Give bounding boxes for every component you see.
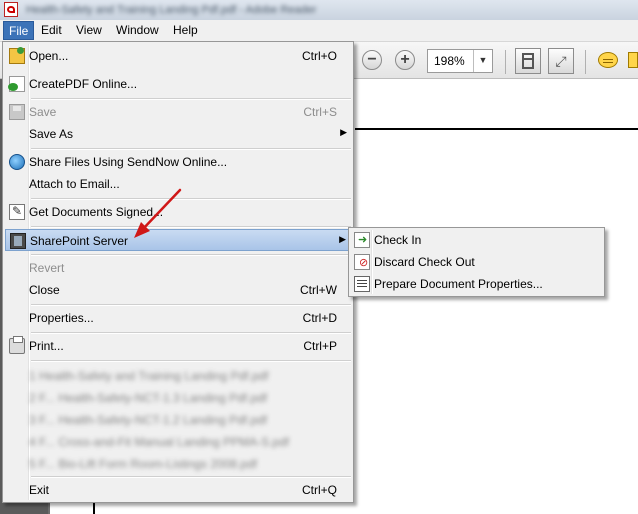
menu-item-sharepoint-server[interactable]: SharePoint Server ▶ (5, 229, 351, 251)
recent-file-label: 1 Health-Safety and Training Landing Pdf… (29, 369, 269, 383)
menu-item-close[interactable]: Close Ctrl+W (5, 279, 351, 301)
fit-width-button[interactable] (548, 48, 574, 74)
document-rule-line (355, 128, 638, 130)
share-icon (9, 154, 25, 170)
menu-separator (31, 98, 351, 100)
menu-item-properties[interactable]: Properties... Ctrl+D (5, 307, 351, 329)
menu-item-shortcut: Ctrl+W (300, 283, 337, 297)
menu-file[interactable]: File (3, 21, 35, 40)
menu-item-label: Print... (29, 339, 64, 353)
menu-separator (31, 226, 351, 228)
menu-separator (31, 148, 351, 150)
submenu-item-label: Discard Check Out (374, 255, 475, 269)
menu-window[interactable]: Window (111, 21, 164, 40)
recent-file-item[interactable]: 2 F... Health-Safety-NCT-1.3 Landing Pdf… (5, 387, 351, 409)
recent-file-label: 3 F... Health-Safety-NCT-1.2 Landing Pdf… (29, 413, 268, 427)
zoom-in-button[interactable]: + (395, 50, 415, 70)
submenu-item-prepare-document-properties[interactable]: Prepare Document Properties... (351, 273, 602, 295)
menu-separator (31, 332, 351, 334)
menu-item-exit[interactable]: Exit Ctrl+Q (5, 479, 351, 501)
check-in-icon (354, 232, 370, 248)
print-icon (9, 336, 25, 354)
menu-item-label: Attach to Email... (29, 177, 120, 191)
recent-file-item[interactable]: 5 F... Bio-Lift Form Room-Listings 2008.… (5, 453, 351, 475)
menu-help[interactable]: Help (168, 21, 203, 40)
menu-item-revert[interactable]: Revert (5, 257, 351, 279)
menu-item-label: Save As (29, 127, 74, 141)
menu-item-label: Save (29, 105, 57, 119)
submenu-item-check-in[interactable]: Check In (351, 229, 602, 251)
adobe-reader-icon (4, 2, 18, 17)
toolbar-divider (505, 50, 506, 74)
file-menu-dropdown: Open... Ctrl+O CreatePDF Online... Save … (2, 41, 354, 503)
menu-separator (31, 254, 351, 256)
menu-item-save[interactable]: Save Ctrl+S (5, 101, 351, 123)
menu-separator (31, 476, 351, 478)
menu-item-createpdf-online[interactable]: CreatePDF Online... (5, 73, 351, 95)
submenu-item-label: Prepare Document Properties... (374, 277, 543, 291)
menu-item-label: SharePoint Server (30, 234, 129, 248)
highlight-tool-icon[interactable] (628, 52, 638, 68)
sign-icon (9, 204, 25, 220)
zoom-value: 198% (434, 54, 465, 68)
recent-file-label: 5 F... Bio-Lift Form Room-Listings 2008.… (29, 457, 258, 471)
zoom-select[interactable]: 198% ▼ (427, 49, 493, 73)
minus-icon: − (367, 51, 377, 68)
menu-item-label: Get Documents Signed... (29, 205, 164, 219)
menu-view[interactable]: View (71, 21, 107, 40)
menu-item-shortcut: Ctrl+D (302, 311, 337, 325)
submenu-item-discard-check-out[interactable]: Discard Check Out (351, 251, 602, 273)
fit-page-button[interactable] (515, 48, 541, 74)
sharepoint-icon (10, 233, 26, 249)
submenu-arrow-icon: ▶ (340, 127, 347, 137)
recent-file-label: 4 F... Cross-and-Fit Manual Landing PPMA… (29, 435, 290, 449)
menu-item-shortcut: Ctrl+P (303, 339, 337, 353)
plus-icon: + (400, 51, 410, 68)
discard-checkout-icon (354, 254, 370, 270)
menu-separator (31, 360, 351, 362)
toolbar-divider (585, 50, 586, 74)
document-properties-icon (354, 276, 370, 292)
menu-item-share-files[interactable]: Share Files Using SendNow Online... (5, 151, 351, 173)
recent-file-item[interactable]: 3 F... Health-Safety-NCT-1.2 Landing Pdf… (5, 409, 351, 431)
menu-item-save-as[interactable]: Save As ▶ (5, 123, 351, 145)
save-icon (9, 104, 25, 120)
menu-item-label: Open... (29, 49, 69, 63)
menu-item-print[interactable]: Print... Ctrl+P (5, 335, 351, 357)
recent-file-item[interactable]: 1 Health-Safety and Training Landing Pdf… (5, 365, 351, 387)
recent-file-item[interactable]: 4 F... Cross-and-Fit Manual Landing PPMA… (5, 431, 351, 453)
menu-separator (31, 198, 351, 200)
menu-item-attach-to-email[interactable]: Attach to Email... (5, 173, 351, 195)
menu-separator (31, 304, 351, 306)
menu-item-shortcut: Ctrl+O (301, 49, 337, 63)
menu-item-label: CreatePDF Online... (29, 77, 138, 91)
menu-bar: File Edit View Window Help (0, 20, 638, 42)
menu-item-label: Close (29, 283, 60, 297)
zoom-out-button[interactable]: − (362, 50, 382, 70)
menu-item-label: Revert (29, 261, 65, 275)
recent-file-label: 2 F... Health-Safety-NCT-1.3 Landing Pdf… (29, 391, 268, 405)
menu-item-label: Properties... (29, 311, 94, 325)
menu-item-label: Exit (29, 483, 50, 497)
submenu-arrow-icon: ▶ (339, 234, 346, 244)
createpdf-icon (8, 76, 25, 92)
menu-item-get-documents-signed[interactable]: Get Documents Signed... (5, 201, 351, 223)
menu-item-shortcut: Ctrl+S (303, 105, 337, 119)
sharepoint-submenu: Check In Discard Check Out Prepare Docum… (348, 227, 605, 297)
menu-edit[interactable]: Edit (36, 21, 67, 40)
open-icon (9, 47, 25, 64)
window-title-bar: Health-Safety and Training Landing Pdf.p… (0, 0, 638, 21)
chevron-down-icon[interactable]: ▼ (473, 50, 492, 72)
menu-item-label: Share Files Using SendNow Online... (29, 155, 228, 169)
window-title: Health-Safety and Training Landing Pdf.p… (26, 4, 317, 16)
menu-item-open[interactable]: Open... Ctrl+O (5, 45, 351, 67)
submenu-item-label: Check In (374, 233, 422, 247)
comment-icon[interactable] (598, 52, 618, 68)
menu-item-shortcut: Ctrl+Q (301, 483, 337, 497)
